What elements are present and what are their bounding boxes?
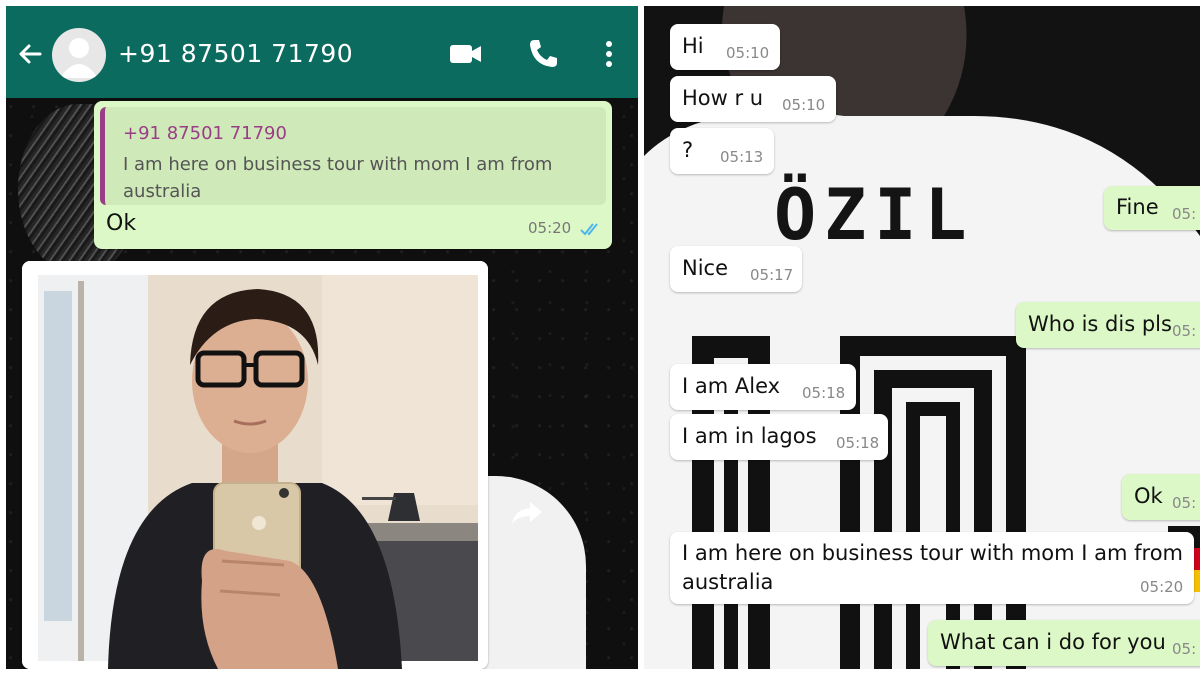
message-text: I am Alex: [682, 374, 781, 398]
phone-icon[interactable]: [525, 36, 561, 72]
message-time: 05:17: [750, 266, 794, 284]
message-time: 05:18: [836, 434, 880, 452]
video-call-icon[interactable]: [448, 36, 484, 72]
message-text: Ok: [1134, 484, 1163, 508]
message-text: Who is dis pls: [1028, 312, 1172, 336]
contact-name[interactable]: +91 87501 71790: [118, 39, 353, 68]
avatar[interactable]: [52, 28, 106, 82]
message-text: Fine: [1116, 195, 1159, 219]
quoted-message[interactable]: +91 87501 71790 I am here on business to…: [100, 107, 606, 205]
selfie-photo: [22, 261, 488, 669]
more-vert-icon[interactable]: [591, 36, 627, 72]
message-bubble[interactable]: Fine 05:: [1104, 186, 1200, 230]
message-time: 05:20: [1140, 578, 1184, 596]
message-time: 05:18: [802, 384, 846, 402]
message-time: 05:: [1172, 322, 1197, 340]
message-text: Ok: [106, 211, 137, 236]
message-text: Hi: [682, 34, 704, 58]
message-bubble[interactable]: I am in lagos 05:18: [670, 414, 888, 460]
message-bubble[interactable]: Hi 05:10: [670, 24, 780, 70]
message-text: Nice: [682, 256, 729, 280]
reply-message-bubble[interactable]: +91 87501 71790 I am here on business to…: [94, 101, 612, 249]
message-text-line2: australia: [682, 570, 774, 594]
jersey-print-text: ÖZIL: [774, 174, 975, 256]
message-bubble[interactable]: Nice 05:17: [670, 246, 802, 292]
back-arrow-icon[interactable]: [16, 40, 44, 68]
message-bubble[interactable]: Who is dis pls 05:: [1016, 302, 1200, 348]
left-chat-screenshot: +91 87501 71790 +91 87501 71790 I am her…: [6, 6, 638, 669]
message-time: 05:: [1172, 640, 1197, 658]
quoted-sender: +91 87501 71790: [123, 123, 287, 144]
message-bubble[interactable]: I am here on business tour with mom I am…: [670, 532, 1194, 604]
default-avatar-icon: [60, 38, 98, 78]
message-text: How r u: [682, 86, 764, 110]
message-text: I am in lagos: [682, 424, 817, 448]
quoted-text: I am here on business tour with mom I am…: [123, 154, 553, 202]
message-time: 05:: [1172, 205, 1197, 223]
chat-header: +91 87501 71790: [6, 6, 638, 98]
read-receipt-icon: [580, 223, 598, 236]
message-time: 05:20: [528, 219, 572, 237]
message-text: ?: [682, 138, 694, 162]
message-time: 05:13: [720, 148, 764, 166]
message-bubble[interactable]: Ok 05:: [1122, 474, 1200, 520]
forward-icon[interactable]: [510, 500, 544, 526]
message-bubble[interactable]: What can i do for you 05:: [928, 620, 1200, 666]
message-time: 05:10: [782, 96, 826, 114]
right-chat-screenshot: ÖZIL Hi 05:10 How r u 05:10 ? 05:13 Fine…: [644, 6, 1200, 669]
message-bubble[interactable]: How r u 05:10: [670, 76, 836, 122]
image-message[interactable]: [22, 261, 488, 669]
message-text: What can i do for you: [940, 630, 1166, 654]
message-bubble[interactable]: ? 05:13: [670, 128, 774, 174]
message-text: I am here on business tour with mom I am…: [682, 541, 1184, 565]
message-time: 05:10: [726, 44, 770, 62]
message-bubble[interactable]: I am Alex 05:18: [670, 364, 856, 410]
message-time: 05:: [1172, 494, 1197, 512]
